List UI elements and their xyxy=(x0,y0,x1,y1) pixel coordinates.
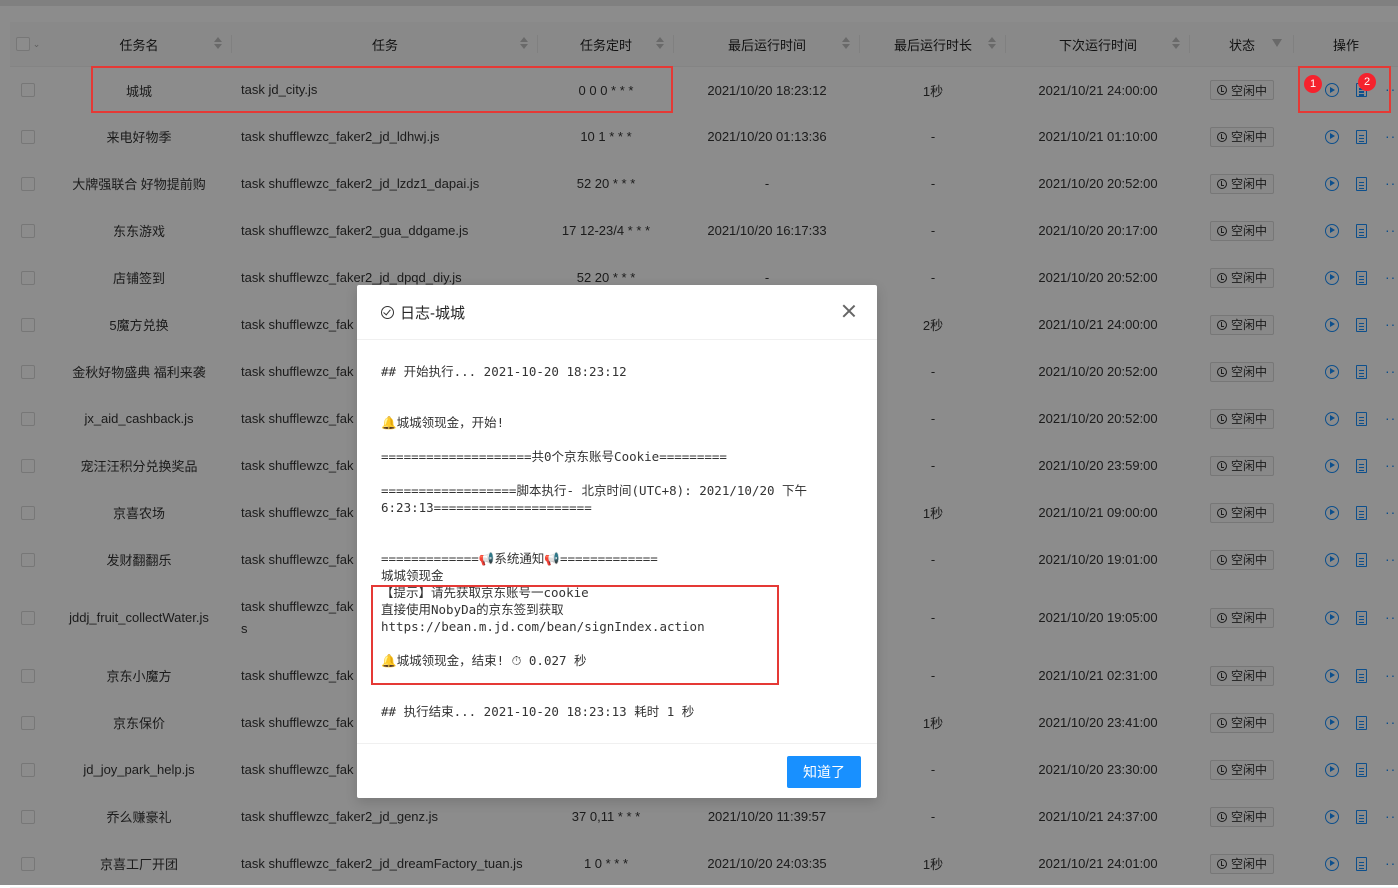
annotation-badge-1: 1 xyxy=(1304,75,1322,93)
ok-button[interactable]: 知道了 xyxy=(787,756,861,788)
modal-header: 日志-城城 xyxy=(357,285,877,340)
modal-title-text: 日志-城城 xyxy=(400,305,465,322)
log-line: ====================共0个京东账号Cookie=======… xyxy=(381,449,727,464)
annotation-badge-2: 2 xyxy=(1358,73,1376,91)
log-line: ## 开始执行... 2021-10-20 18:23:12 xyxy=(381,364,627,379)
log-modal: 日志-城城 ## 开始执行... 2021-10-20 18:23:12 🔔城城领… xyxy=(357,285,877,798)
close-icon[interactable] xyxy=(841,303,857,319)
log-line: ==================脚本执行- 北京时间(UTC+8): 202… xyxy=(381,483,808,498)
log-line: 6:23:13===================== xyxy=(381,500,592,515)
log-line: ## 执行结束... 2021-10-20 18:23:13 耗时 1 秒 xyxy=(381,704,695,719)
log-line: 🔔城城领现金，开始! xyxy=(381,415,505,430)
highlight-log-box xyxy=(371,585,779,685)
check-circle-icon xyxy=(381,306,394,319)
highlight-row-box xyxy=(91,66,673,113)
modal-footer: 知道了 xyxy=(357,743,877,798)
log-line: =============📢系统通知📢============= xyxy=(381,551,658,566)
log-line: 城城领现金 xyxy=(381,568,444,583)
modal-title: 日志-城城 xyxy=(381,302,465,323)
